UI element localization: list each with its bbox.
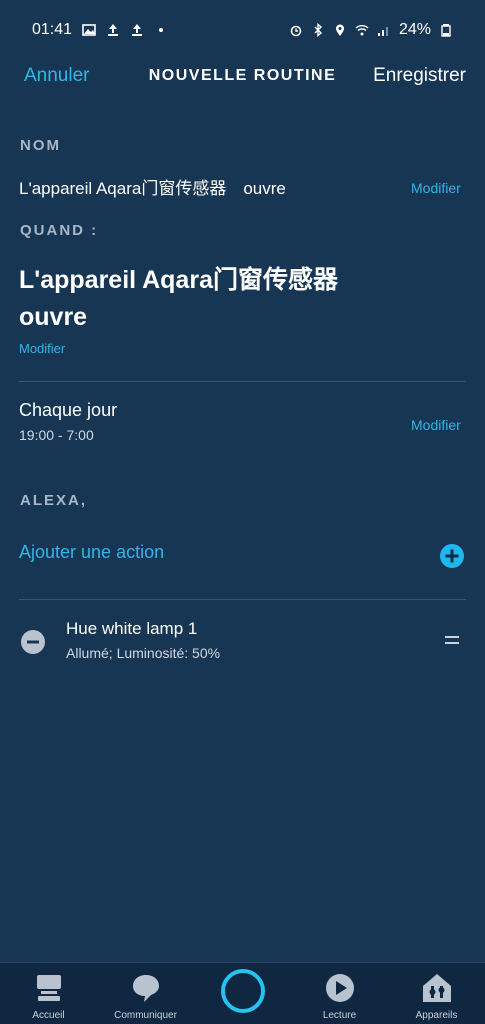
name-section-label: NOM [20,137,61,154]
nav-home[interactable]: Accueil [0,963,97,1024]
action-title: Hue white lamp 1 [66,619,198,638]
play-icon [325,974,354,1002]
nav-home-label: Accueil [32,1010,65,1021]
wifi-icon [355,25,369,36]
nav-play-label: Lecture [322,1010,357,1021]
edit-schedule-button[interactable]: Modifier [411,417,461,433]
battery-level: 24% [398,21,431,38]
alexa-section-label: ALEXA, [20,492,88,509]
alarm-icon [290,25,302,37]
routine-name: L'appareil Aqara门窗传感器 ouvre [19,179,286,198]
add-action-link[interactable]: Ajouter une action [19,542,164,563]
status-time: 01:41 [32,21,73,38]
devices-icon [422,974,451,1002]
nav-communicate-label: Communiquer [114,1010,177,1021]
edit-name-button[interactable]: Modifier [411,180,461,196]
status-bar: 01:41 24% [0,0,485,60]
image-icon [82,24,96,36]
divider [19,381,466,382]
trigger-title-line2: ouvre [19,303,88,331]
schedule-title: Chaque jour [19,400,118,420]
divider [19,599,466,600]
upload-icon [132,24,143,36]
when-section-label: QUAND : [20,222,99,239]
add-action-button[interactable] [440,544,464,568]
trigger-title-line1: L'appareil Aqara门窗传感器 [19,266,338,294]
schedule-time: 19:00 - 7:00 [19,427,94,443]
remove-action-button[interactable] [21,630,45,654]
chat-bubble-icon [132,975,159,1002]
alexa-button[interactable] [221,969,265,1013]
trigger-title: L'appareil Aqara门窗传感器 ouvre [19,262,399,336]
action-subtitle: Allumé; Luminosité: 50% [66,645,221,661]
signal-icon [377,27,388,36]
upload-icon [108,24,119,36]
battery-icon [441,24,451,37]
home-icon [36,975,61,1001]
nav-communicate[interactable]: Communiquer [97,963,194,1024]
nav-play[interactable]: Lecture [291,963,388,1024]
nav-devices-label: Appareils [415,1010,458,1021]
bluetooth-icon [314,23,323,37]
save-button[interactable]: Enregistrer [373,65,466,87]
drag-handle-icon[interactable] [445,636,459,646]
location-icon [335,24,344,36]
app-header: NOUVELLE ROUTINE Annuler Enregistrer [0,58,485,94]
dot-icon [159,28,164,32]
nav-devices[interactable]: Appareils [388,963,485,1024]
edit-trigger-button[interactable]: Modifier [19,341,65,356]
cancel-button[interactable]: Annuler [24,65,90,87]
